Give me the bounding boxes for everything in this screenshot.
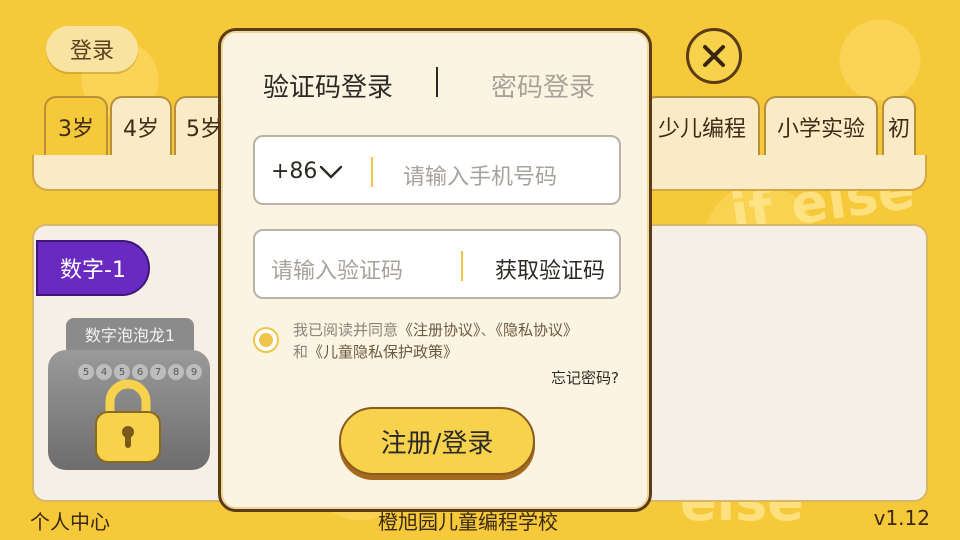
agree-and: 和 bbox=[293, 343, 309, 361]
forgot-password-link[interactable]: 忘记密码? bbox=[551, 367, 619, 388]
child-privacy-policy-link[interactable]: 《儿童隐私保护政策》 bbox=[308, 343, 458, 361]
agreement-text: 我已阅读并同意《注册协议》、《隐私协议》和《儿童隐私保护政策》 bbox=[293, 319, 649, 363]
tab-divider bbox=[436, 67, 438, 97]
register-login-button[interactable]: 注册/登录 bbox=[339, 407, 535, 475]
close-icon bbox=[703, 45, 725, 67]
agree-prefix: 我已阅读并同意 bbox=[293, 321, 399, 339]
phone-input[interactable]: 请输入手机号码 bbox=[403, 159, 557, 191]
country-code-select[interactable]: +86 bbox=[271, 159, 317, 184]
field-separator bbox=[461, 251, 463, 281]
radio-checked-icon[interactable] bbox=[253, 327, 279, 353]
phone-field: +86 请输入手机号码 bbox=[253, 135, 621, 205]
register-agreement-link[interactable]: 《注册协议》 bbox=[398, 321, 481, 339]
chevron-down-icon[interactable] bbox=[319, 165, 343, 179]
agree-separator: 、 bbox=[480, 321, 496, 339]
close-button[interactable] bbox=[686, 28, 742, 84]
field-separator bbox=[371, 157, 373, 187]
code-input[interactable]: 请输入验证码 bbox=[271, 253, 403, 285]
login-dialog: 验证码登录 密码登录 +86 请输入手机号码 请输入验证码 获取验证码 我已阅读… bbox=[218, 28, 652, 512]
privacy-agreement-link[interactable]: 《隐私协议》 bbox=[496, 321, 579, 339]
code-field: 请输入验证码 获取验证码 bbox=[253, 229, 621, 299]
tab-password-login[interactable]: 密码登录 bbox=[491, 67, 595, 104]
tab-sms-login[interactable]: 验证码登录 bbox=[263, 67, 393, 104]
get-code-button[interactable]: 获取验证码 bbox=[495, 253, 605, 285]
